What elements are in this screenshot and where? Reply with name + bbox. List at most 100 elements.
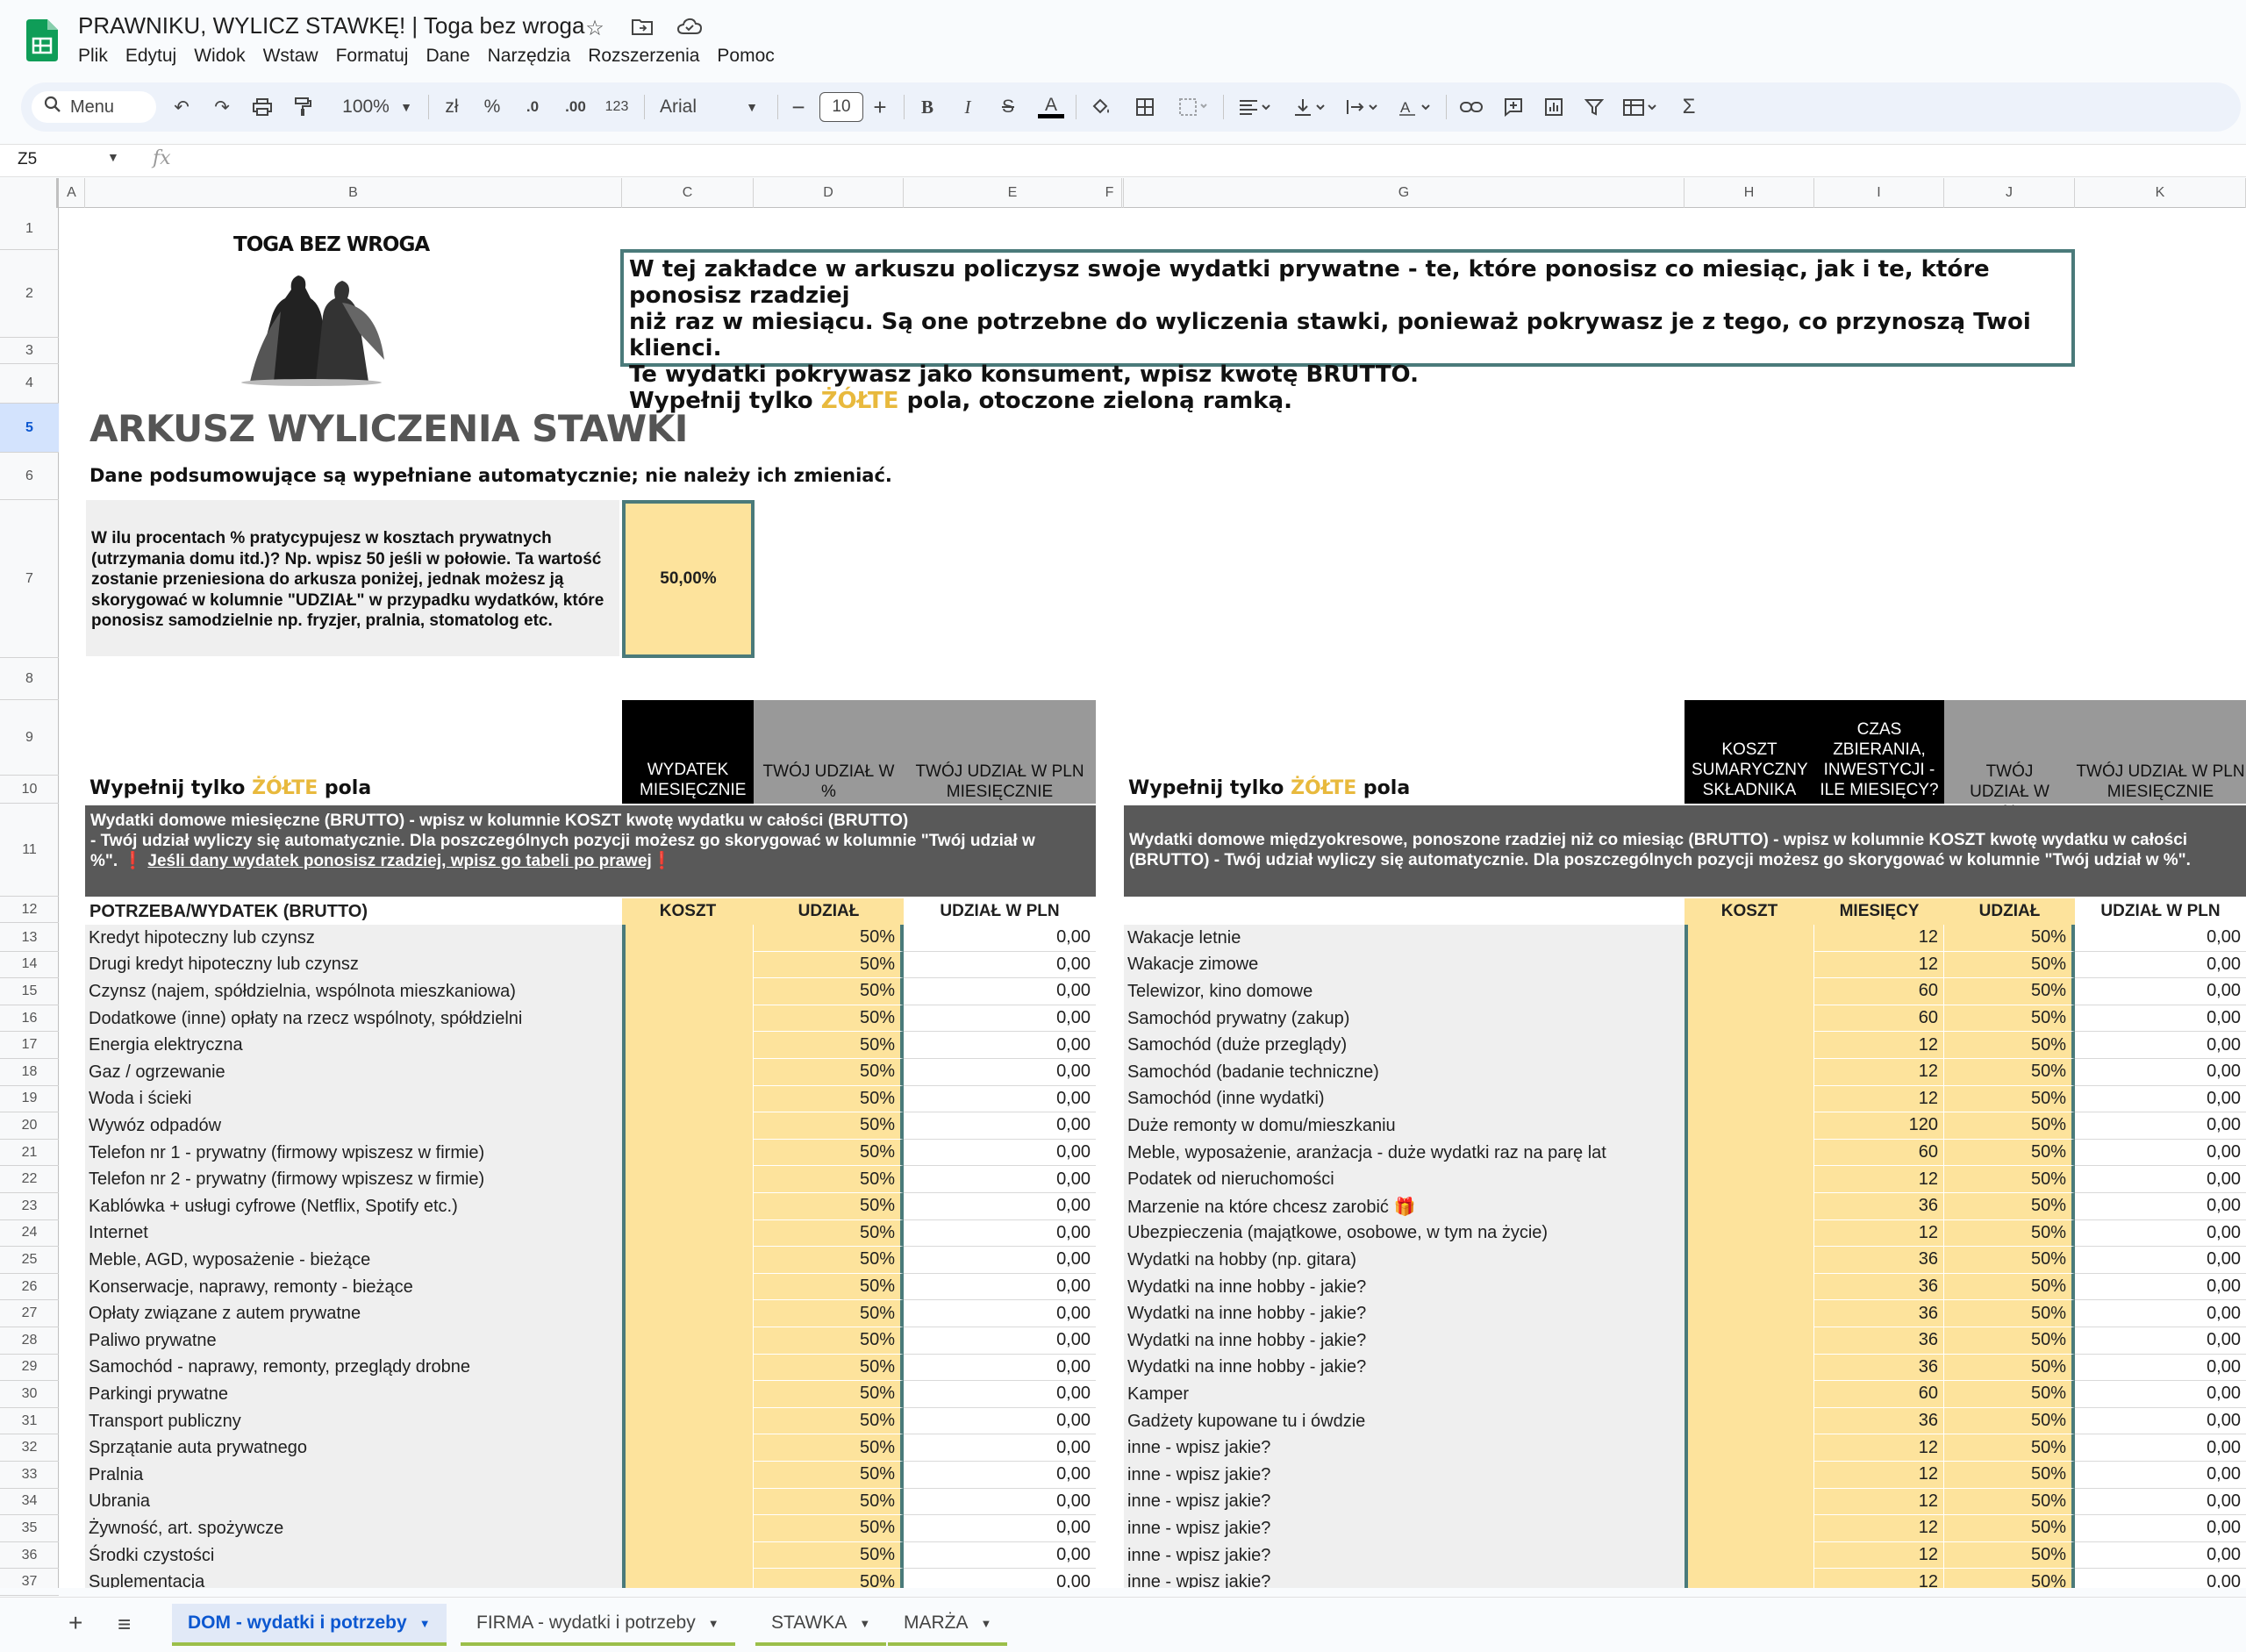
share-pln-value: 0,00 <box>2075 1542 2246 1570</box>
share-input[interactable]: 50% <box>1944 978 2075 1005</box>
table-row: Wydatki na hobby (np. gitara) 36 50% 0,00 <box>1124 1247 2246 1274</box>
tab-firma[interactable]: FIRMA - wydatki i potrzeby ▼ <box>461 1604 735 1646</box>
share-input[interactable]: 50% <box>1944 1219 2075 1248</box>
share-input[interactable]: 50% <box>1944 1488 2075 1516</box>
chevron-down-icon[interactable]: ▼ <box>419 1617 431 1630</box>
months-input[interactable]: 12 <box>1814 1434 1944 1462</box>
cost-input[interactable] <box>1684 1273 1814 1301</box>
cost-input[interactable] <box>1684 1032 1814 1059</box>
share-input[interactable]: 50% <box>1944 1462 2075 1489</box>
share-input[interactable]: 50% <box>1944 1407 2075 1435</box>
cost-input[interactable] <box>1684 1193 1814 1220</box>
share-input[interactable]: 50% <box>1944 1300 2075 1327</box>
cost-input[interactable] <box>1684 1462 1814 1489</box>
months-input[interactable]: 12 <box>1814 1569 1944 1588</box>
months-input[interactable]: 12 <box>1814 1488 1944 1516</box>
add-sheet-icon[interactable]: + <box>68 1609 82 1637</box>
tab-stawka[interactable]: STAWKA ▼ <box>755 1604 887 1646</box>
months-input[interactable]: 12 <box>1814 925 1944 952</box>
chevron-down-icon[interactable]: ▼ <box>981 1617 992 1630</box>
months-input[interactable]: 12 <box>1814 1462 1944 1489</box>
cost-input[interactable] <box>1684 1407 1814 1435</box>
cost-input[interactable] <box>1684 1327 1814 1355</box>
share-pln-value: 0,00 <box>2075 1274 2246 1301</box>
tab-label: MARŻA <box>904 1613 969 1633</box>
share-input[interactable]: 50% <box>1944 1032 2075 1059</box>
share-input[interactable]: 50% <box>1944 1354 2075 1382</box>
share-input[interactable]: 50% <box>1944 1541 2075 1570</box>
share-input[interactable]: 50% <box>1944 1273 2075 1301</box>
months-input[interactable]: 12 <box>1814 1085 1944 1113</box>
cost-input[interactable] <box>1684 951 1814 979</box>
expense-name: Wydatki na inne hobby - jakie? <box>1124 1327 1684 1355</box>
cost-input[interactable] <box>1684 1569 1814 1588</box>
cost-input[interactable] <box>1684 1247 1814 1274</box>
months-input[interactable]: 12 <box>1814 1541 1944 1570</box>
months-input[interactable]: 60 <box>1814 1381 1944 1408</box>
months-input[interactable]: 36 <box>1814 1327 1944 1355</box>
expense-name: Wakacje letnie <box>1124 925 1684 952</box>
chevron-down-icon[interactable]: ▼ <box>859 1617 870 1630</box>
months-input[interactable]: 12 <box>1814 1059 1944 1086</box>
share-input[interactable]: 50% <box>1944 951 2075 979</box>
months-input[interactable]: 12 <box>1814 1032 1944 1059</box>
cost-input[interactable] <box>1684 925 1814 952</box>
share-input[interactable]: 50% <box>1944 1434 2075 1462</box>
share-input[interactable]: 50% <box>1944 1059 2075 1086</box>
months-input[interactable]: 60 <box>1814 1139 1944 1167</box>
share-input[interactable]: 50% <box>1944 1085 2075 1113</box>
cost-input[interactable] <box>1684 1059 1814 1086</box>
cost-input[interactable] <box>1684 1488 1814 1516</box>
share-input[interactable]: 50% <box>1944 1515 2075 1542</box>
months-input[interactable]: 36 <box>1814 1300 1944 1327</box>
months-input[interactable]: 36 <box>1814 1193 1944 1220</box>
cost-input[interactable] <box>1684 1112 1814 1140</box>
share-input[interactable]: 50% <box>1944 1327 2075 1355</box>
cost-input[interactable] <box>1684 1434 1814 1462</box>
months-input[interactable]: 12 <box>1814 951 1944 979</box>
cost-input[interactable] <box>1684 1085 1814 1113</box>
expense-name: inne - wpisz jakie? <box>1124 1434 1684 1462</box>
cost-input[interactable] <box>1684 1166 1814 1193</box>
months-input[interactable]: 36 <box>1814 1247 1944 1274</box>
tab-dom[interactable]: DOM - wydatki i potrzeby ▼ <box>172 1604 447 1646</box>
expense-name: Gadżety kupowane tu i ówdzie <box>1124 1407 1684 1435</box>
cost-input[interactable] <box>1684 1541 1814 1570</box>
table-row: Duże remonty w domu/mieszkaniu 120 50% 0,00 <box>1124 1112 2246 1140</box>
cost-input[interactable] <box>1684 1139 1814 1167</box>
months-input[interactable]: 120 <box>1814 1112 1944 1140</box>
share-input[interactable]: 50% <box>1944 1139 2075 1167</box>
expense-name: Duże remonty w domu/mieszkaniu <box>1124 1112 1684 1140</box>
chevron-down-icon[interactable]: ▼ <box>708 1617 719 1630</box>
months-input[interactable]: 36 <box>1814 1354 1944 1382</box>
share-pln-value: 0,00 <box>2075 1489 2246 1516</box>
cost-input[interactable] <box>1684 1515 1814 1542</box>
cost-input[interactable] <box>1684 978 1814 1005</box>
share-input[interactable]: 50% <box>1944 1247 2075 1274</box>
months-input[interactable]: 60 <box>1814 1005 1944 1033</box>
share-input[interactable]: 50% <box>1944 1166 2075 1193</box>
cost-input[interactable] <box>1684 1300 1814 1327</box>
share-input[interactable]: 50% <box>1944 1112 2075 1140</box>
months-input[interactable]: 12 <box>1814 1219 1944 1248</box>
all-sheets-icon[interactable]: ≡ <box>118 1611 131 1638</box>
table-row: Wydatki na inne hobby - jakie? 36 50% 0,00 <box>1124 1327 2246 1355</box>
share-input[interactable]: 50% <box>1944 1005 2075 1033</box>
share-input[interactable]: 50% <box>1944 1569 2075 1588</box>
share-input[interactable]: 50% <box>1944 1193 2075 1220</box>
months-input[interactable]: 12 <box>1814 1166 1944 1193</box>
months-input[interactable]: 60 <box>1814 978 1944 1005</box>
months-input[interactable]: 36 <box>1814 1407 1944 1435</box>
cost-input[interactable] <box>1684 1381 1814 1408</box>
cost-input[interactable] <box>1684 1219 1814 1248</box>
table-row: Ubezpieczenia (majątkowe, osobowe, w tym… <box>1124 1219 2246 1248</box>
months-input[interactable]: 36 <box>1814 1273 1944 1301</box>
cost-input[interactable] <box>1684 1354 1814 1382</box>
share-pln-value: 0,00 <box>2075 1515 2246 1542</box>
share-pln-value: 0,00 <box>2075 1247 2246 1274</box>
share-input[interactable]: 50% <box>1944 1381 2075 1408</box>
tab-marza[interactable]: MARŻA ▼ <box>888 1604 1008 1646</box>
share-input[interactable]: 50% <box>1944 925 2075 952</box>
cost-input[interactable] <box>1684 1005 1814 1033</box>
months-input[interactable]: 12 <box>1814 1515 1944 1542</box>
